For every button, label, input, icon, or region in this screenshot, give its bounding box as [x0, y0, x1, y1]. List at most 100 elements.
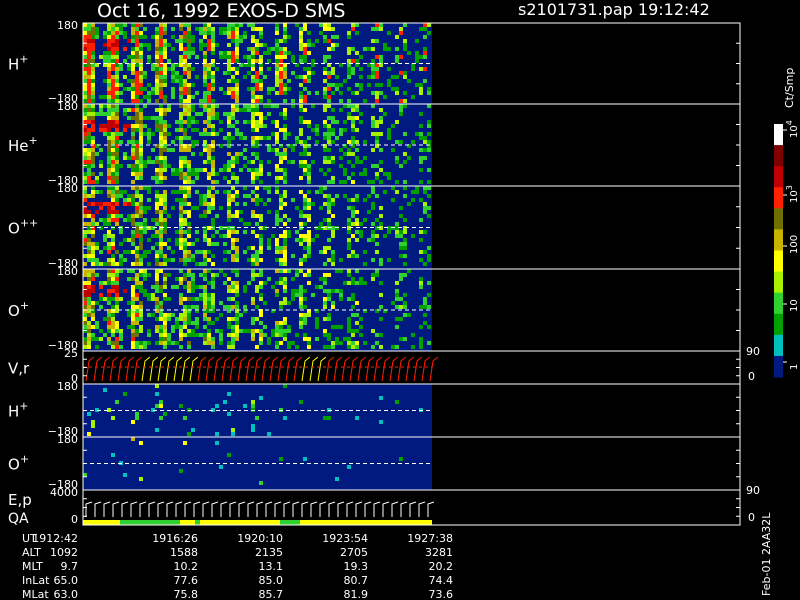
heatmap-cell: [99, 329, 103, 333]
heatmap-cell: [347, 87, 351, 91]
heatmap-cell: [211, 27, 215, 31]
heatmap-cell: [151, 246, 155, 250]
heatmap-cell: [187, 242, 191, 246]
heatmap-cell: [227, 214, 231, 218]
tick-label-top: 4000: [50, 486, 78, 499]
heatmap-cell: [423, 190, 427, 194]
heatmap-cell: [107, 112, 111, 116]
qa-bar-segment: [180, 520, 195, 525]
heatmap-cell: [87, 160, 91, 164]
heatmap-cell: [247, 23, 251, 27]
heatmap-cell: [187, 285, 191, 289]
heatmap-cell: [375, 71, 379, 75]
heatmap-cell: [183, 258, 187, 262]
heatmap-cell: [379, 345, 383, 349]
heatmap-cell: [303, 198, 307, 202]
heatmap-cell: [275, 289, 279, 293]
heatmap-cell: [251, 95, 255, 99]
heatmap-cell: [231, 281, 235, 285]
heatmap-cell: [219, 333, 223, 337]
heatmap-cell: [323, 108, 327, 112]
heatmap-cell: [183, 250, 187, 254]
heatmap-cell: [203, 95, 207, 99]
heatmap-cell: [331, 116, 335, 120]
heatmap-cell: [283, 87, 287, 91]
heatmap-cell: [379, 258, 383, 262]
heatmap-cell: [227, 202, 231, 206]
heatmap-cell: [191, 273, 195, 277]
heatmap-cell: [223, 190, 227, 194]
heatmap-cell: [87, 152, 91, 156]
heatmap-cell: [251, 112, 255, 116]
heatmap-cell: [199, 262, 203, 266]
heatmap-cell: [283, 317, 287, 321]
heatmap-cell: [123, 124, 127, 128]
heatmap-cell: [259, 321, 263, 325]
heatmap-cell: [251, 152, 255, 156]
heatmap-cell: [131, 333, 135, 337]
heatmap-cell: [427, 254, 431, 258]
heatmap-cell: [235, 27, 239, 31]
heatmap-cell: [335, 325, 339, 329]
heatmap-cell: [99, 218, 103, 222]
heatmap-cell: [147, 99, 151, 103]
heatmap-cell: [91, 71, 95, 75]
heatmap-cell: [255, 273, 259, 277]
heatmap-cell: [199, 47, 203, 51]
heatmap-cell: [323, 23, 327, 27]
heatmap-cell: [147, 297, 151, 301]
heatmap-cell: [191, 277, 195, 281]
heatmap-cell: [315, 285, 319, 289]
heatmap-cell: [403, 337, 407, 341]
heatmap-cell: [107, 124, 111, 128]
heatmap-cell: [191, 35, 195, 39]
heatmap-cell: [107, 23, 111, 27]
heatmap-cell: [283, 321, 287, 325]
heatmap-cell: [203, 337, 207, 341]
heatmap-cell: [255, 140, 259, 144]
heatmap-cell: [275, 293, 279, 297]
heatmap-cell: [303, 254, 307, 258]
heatmap-cell: [211, 285, 215, 289]
heatmap-cell: [247, 222, 251, 226]
heatmap-cell: [315, 124, 319, 128]
heatmap-cell: [427, 293, 431, 297]
heatmap-cell: [239, 132, 243, 136]
heatmap-cell: [139, 301, 143, 305]
heatmap-cell: [167, 148, 171, 152]
heatmap-cell: [331, 180, 335, 184]
heatmap-cell: [227, 194, 231, 198]
heatmap-cell: [235, 67, 239, 71]
heatmap-cell: [203, 108, 207, 112]
heatmap-cell: [251, 39, 255, 43]
heatmap-cell: [295, 269, 299, 273]
heatmap-cell: [395, 234, 399, 238]
heatmap-cell: [275, 31, 279, 35]
heatmap-cell: [263, 43, 267, 47]
heatmap-cell: [307, 31, 311, 35]
heatmap-cell: [151, 218, 155, 222]
heatmap-cell: [227, 325, 231, 329]
heatmap-cell: [183, 59, 187, 63]
heatmap-cell: [419, 337, 423, 341]
time-row-value: 77.6: [174, 574, 199, 587]
heatmap-cell: [211, 254, 215, 258]
heatmap-cell: [211, 99, 215, 103]
heatmap-cell: [115, 112, 119, 116]
heatmap-cell: [155, 128, 159, 132]
heatmap-cell: [331, 108, 335, 112]
heatmap-cell: [203, 250, 207, 254]
heatmap-cell: [163, 67, 167, 71]
heatmap-cell: [83, 325, 87, 329]
heatmap-cell: [155, 87, 159, 91]
heatmap-cell: [275, 75, 279, 79]
heatmap-cell: [159, 120, 163, 124]
heatmap-cell: [159, 305, 163, 309]
heatmap-cell: [223, 242, 227, 246]
heatmap-cell: [279, 321, 283, 325]
heatmap-cell: [323, 194, 327, 198]
heatmap-cell: [219, 55, 223, 59]
heatmap-cell: [95, 258, 99, 262]
heatmap-cell: [323, 186, 327, 190]
heatmap-cell: [391, 198, 395, 202]
